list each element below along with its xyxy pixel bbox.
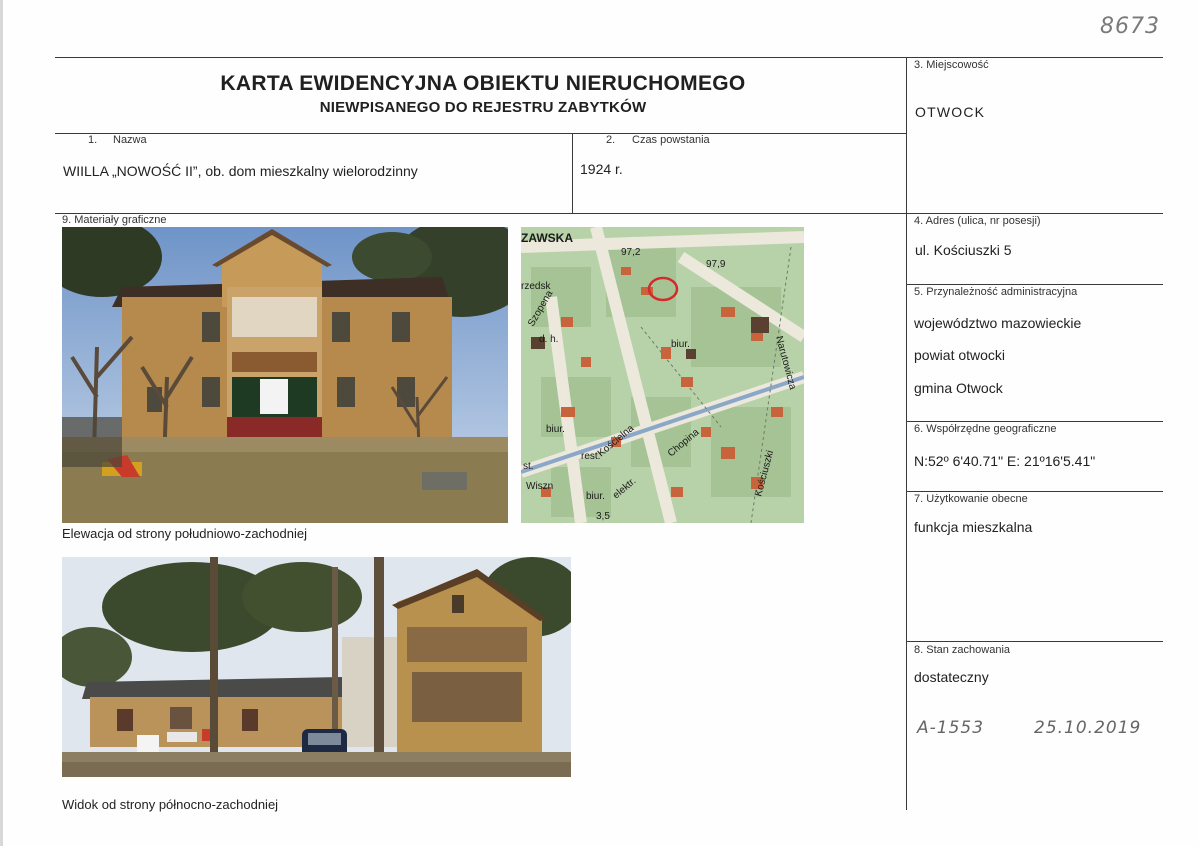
field-coords-value: N:52º 6'40.71" E: 21º16'5.41" <box>914 453 1096 469</box>
rule-header-bottom <box>55 133 906 134</box>
field-admin-label: 5. Przynależność administracyjna <box>914 286 1078 298</box>
handwritten-date: 25.10.2019 <box>1034 718 1142 738</box>
field-created-value: 1924 r. <box>580 161 623 177</box>
field-admin-commune: gmina Otwock <box>914 380 1003 396</box>
field-address-label: 4. Adres (ulica, nr posesji) <box>914 215 1041 227</box>
rule-top <box>55 57 1163 58</box>
rule-6 <box>906 491 1163 492</box>
field-condition-label: 8. Stan zachowania <box>914 644 1011 656</box>
rule-7 <box>906 641 1163 642</box>
field-admin-county: powiat otwocki <box>914 347 1006 363</box>
rule-col-split <box>906 57 907 810</box>
rule-5 <box>906 421 1163 422</box>
map-label-2: 97,9 <box>706 259 726 270</box>
field-name-value: WIILLA „NOWOŚĆ II”, ob. dom mieszkalny w… <box>63 163 418 179</box>
map-label-16: Wiszn <box>526 481 553 492</box>
map-label-14: 3,5 <box>596 511 610 522</box>
field-name-label: Nazwa <box>113 134 147 146</box>
photo-northwest <box>62 557 571 777</box>
location-map: ZAWSKA 97,2 97,9 rzedsk Szopena d. h. bi… <box>521 227 804 523</box>
field-created-number: 2. <box>606 134 616 146</box>
field-condition-value: dostateczny <box>914 669 989 685</box>
field-locality-value: OTWOCK <box>915 104 986 120</box>
photo-elevation-caption: Elewacja od strony południowo-zachodniej <box>62 526 307 541</box>
map-label-9: biur. <box>546 424 565 435</box>
rule-name-split <box>572 133 573 213</box>
page-edge <box>0 0 3 846</box>
map-label-6: biur. <box>671 339 690 350</box>
document-subtitle: NIEWPISANEGO DO REJESTRU ZABYTKÓW <box>319 99 647 116</box>
inventory-number: 8673 <box>1100 14 1160 39</box>
map-label-15: st. <box>523 461 534 472</box>
handwritten-register-number: A-1553 <box>917 718 985 738</box>
photo-northwest-caption: Widok od strony północno-zachodniej <box>62 797 279 812</box>
map-label-0: ZAWSKA <box>521 231 573 245</box>
record-card: 8673 KARTA EWIDENCYJNA OBIEKTU NIERUCHOM… <box>0 0 1198 846</box>
map-label-11: rest. <box>581 451 600 462</box>
field-created-label: Czas powstania <box>632 134 710 146</box>
map-label-1: 97,2 <box>621 247 641 258</box>
field-usage-value: funkcja mieszkalna <box>914 519 1033 535</box>
field-name-number: 1. <box>88 134 98 146</box>
field-coords-label: 6. Współrzędne geograficzne <box>914 423 1057 435</box>
field-graphics-label: 9. Materiały graficzne <box>62 214 167 226</box>
field-admin-voivodeship: województwo mazowieckie <box>914 315 1082 331</box>
rule-name-bottom <box>55 213 1163 214</box>
field-address-value: ul. Kościuszki 5 <box>915 242 1012 258</box>
map-label-5: d. h. <box>539 334 558 345</box>
map-label-12: biur. <box>586 491 605 502</box>
document-title: KARTA EWIDENCYJNA OBIEKTU NIERUCHOMEGO <box>220 72 746 95</box>
rule-4 <box>906 284 1163 285</box>
photo-elevation <box>62 227 508 523</box>
field-usage-label: 7. Użytkowanie obecne <box>914 493 1028 505</box>
field-locality-label: 3. Miejscowość <box>914 59 989 71</box>
